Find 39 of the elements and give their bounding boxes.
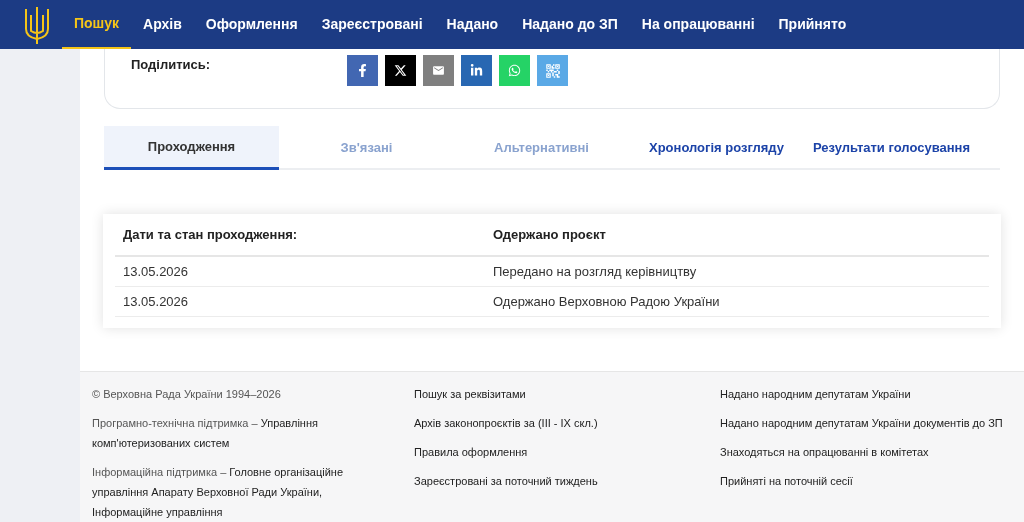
nav-link[interactable]: Прийнято bbox=[766, 0, 859, 49]
linkedin-share-button[interactable] bbox=[461, 55, 492, 86]
column-header: Дати та стан проходження: bbox=[123, 225, 299, 244]
table-cell-text: Передано на розгляд керівництву bbox=[493, 262, 697, 281]
footer-text: Програмно-технічна підтримка – Управління комп'ютеризованих систем bbox=[92, 416, 319, 451]
footer-link[interactable]: Знаходяться на опрацюванні в комітетах bbox=[720, 442, 1020, 462]
footer-link[interactable]: Архів законопроєктів за (III - IX скл.) bbox=[414, 413, 698, 433]
column-header: Одержано проєкт bbox=[493, 225, 606, 244]
nav-link[interactable]: Зареєстровані bbox=[309, 0, 435, 49]
table-cell-text: 13.05.2026 bbox=[123, 262, 190, 281]
footer-text: © Верховна Рада України 1994–2026 bbox=[92, 387, 282, 402]
envelope-icon bbox=[432, 64, 445, 77]
whatsapp-icon bbox=[508, 64, 521, 77]
qr-code-icon bbox=[543, 61, 562, 80]
footer-link[interactable]: Пошук за реквізитами bbox=[414, 384, 698, 404]
footer-text: Інформаційна підтримка – Головне організаційне управління Апарату Верховної Ради України, Інформаційне управління bbox=[92, 465, 345, 520]
table-cell-text: Одержано Верховною Радою України bbox=[493, 292, 720, 311]
facebook-share-button[interactable] bbox=[347, 55, 378, 86]
footer-link[interactable]: Надано народним депутатам України документів до ЗП bbox=[720, 413, 1020, 433]
footer-link[interactable]: Правила оформлення bbox=[414, 442, 698, 462]
nav-link[interactable]: Надано bbox=[434, 0, 511, 49]
tab[interactable]: Хронологія розгляду bbox=[629, 126, 804, 170]
linkedin-icon bbox=[470, 64, 483, 77]
facebook-icon bbox=[356, 64, 369, 77]
table-cell-text: 13.05.2026 bbox=[123, 292, 190, 311]
footer-link[interactable]: Надано народним депутатам України bbox=[720, 384, 1020, 404]
trident-logo[interactable] bbox=[24, 4, 50, 45]
tab[interactable]: Результати голосування bbox=[804, 126, 979, 170]
x-icon bbox=[394, 64, 407, 77]
nav-link[interactable]: На опрацюванні bbox=[629, 0, 767, 49]
x-share-button[interactable] bbox=[385, 55, 416, 86]
footer-link[interactable]: Зареєстровані за поточний тиждень bbox=[414, 471, 698, 491]
email-share-button[interactable] bbox=[423, 55, 454, 86]
share-label: Поділитись: bbox=[131, 56, 212, 74]
tab[interactable]: Проходження bbox=[104, 126, 279, 170]
footer-link[interactable]: Прийняті на поточній сесії bbox=[720, 471, 1020, 491]
nav-link[interactable]: Архів bbox=[131, 0, 194, 49]
nav-link[interactable]: Надано до ЗП bbox=[510, 0, 630, 49]
nav-link[interactable]: Оформлення bbox=[193, 0, 310, 49]
